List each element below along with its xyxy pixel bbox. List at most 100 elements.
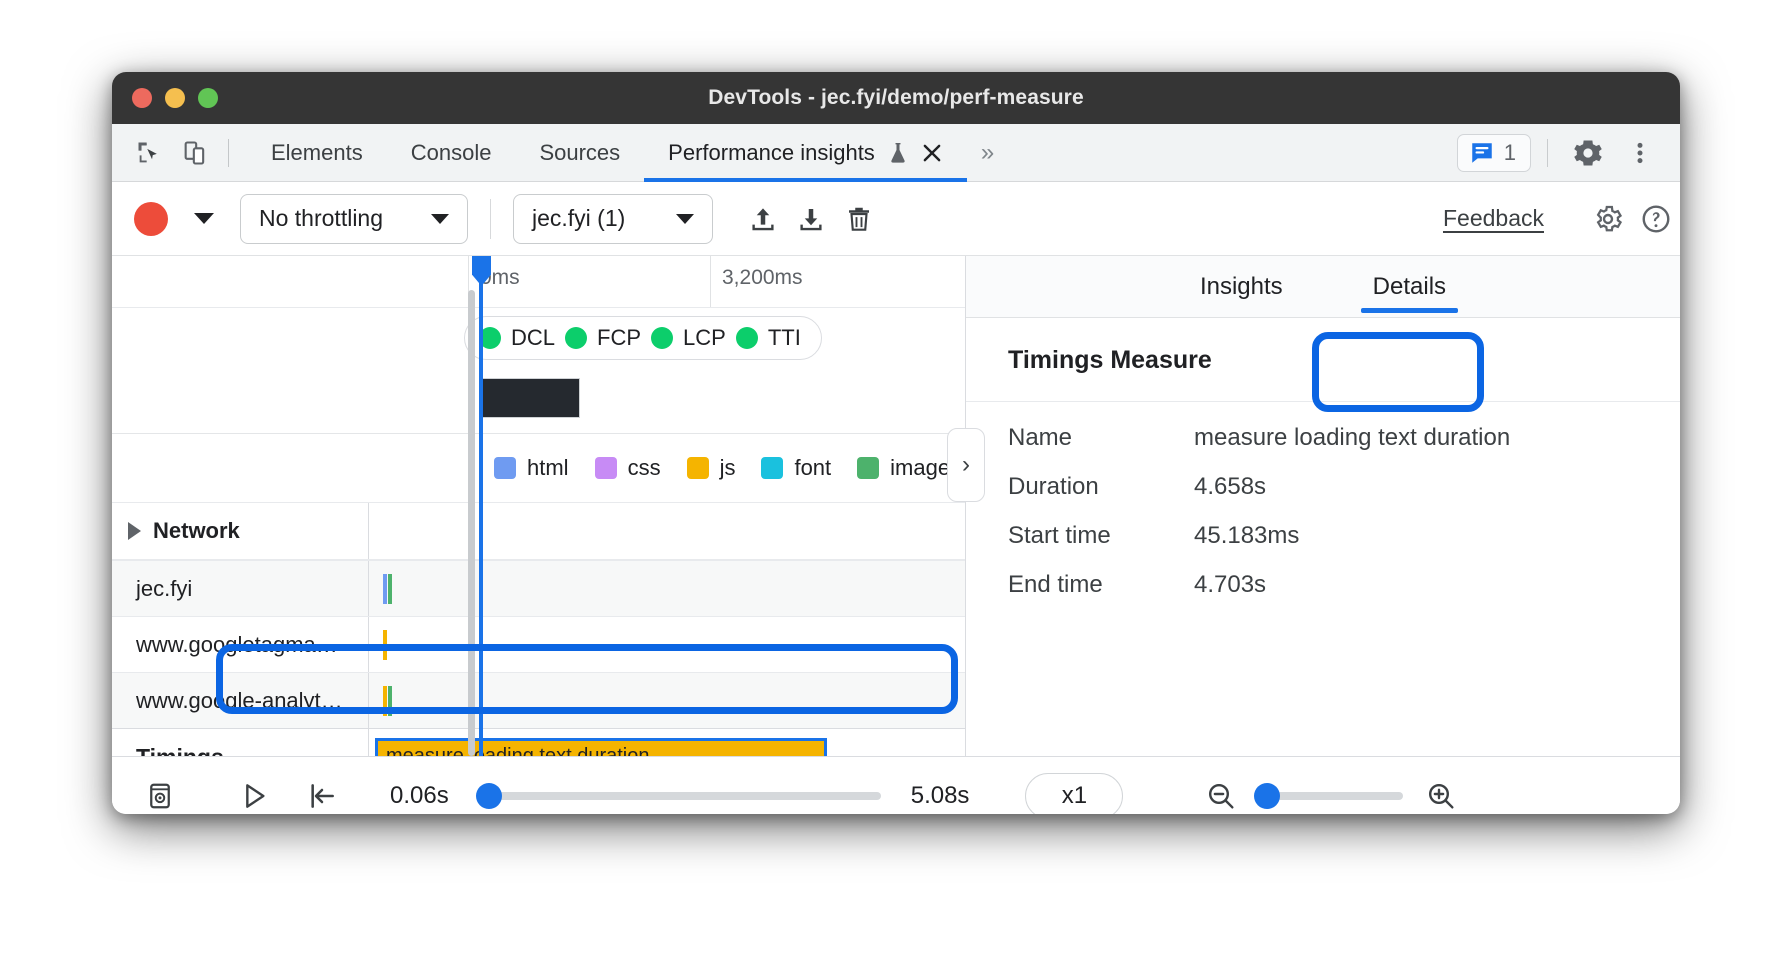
legend-image-swatch <box>857 457 879 479</box>
more-vertical-icon[interactable] <box>1616 129 1664 177</box>
tab-elements[interactable]: Elements <box>247 124 387 181</box>
upload-icon[interactable] <box>739 195 787 243</box>
tabbar-divider <box>1547 139 1548 167</box>
tab-extra-icons <box>887 141 943 165</box>
console-message-count: 1 <box>1504 140 1516 166</box>
filmstrip-icon[interactable] <box>136 772 184 815</box>
marker-fcp[interactable]: FCP <box>565 325 641 351</box>
settings-gear-icon[interactable] <box>1564 129 1612 177</box>
window-traffic-lights <box>132 88 218 108</box>
close-icon[interactable] <box>921 142 943 164</box>
details-row-duration: Duration 4.658s <box>1008 473 1680 522</box>
timeline-bottom-toolbar: 0.06s 5.08s x1 <box>112 756 1680 814</box>
target-select-value: jec.fyi (1) <box>532 205 625 232</box>
zoom-slider-knob[interactable] <box>1254 783 1280 809</box>
minimize-window-button[interactable] <box>165 88 185 108</box>
zoom-out-icon[interactable] <box>1197 772 1245 815</box>
table-row[interactable]: www.google-analyt… <box>112 672 965 728</box>
zoom-slider[interactable] <box>1259 792 1403 800</box>
devtools-tabbar: Elements Console Sources Performance ins… <box>112 124 1680 182</box>
timeline-playhead[interactable] <box>479 256 483 756</box>
tab-sources[interactable]: Sources <box>515 124 644 181</box>
details-value-end-time: 4.703s <box>1194 571 1266 599</box>
legend-image: image <box>857 455 950 481</box>
details-value-start-time: 45.183ms <box>1194 522 1299 550</box>
details-row-start-time: Start time 45.183ms <box>1008 522 1680 571</box>
tab-performance-insights[interactable]: Performance insights <box>644 124 967 181</box>
close-window-button[interactable] <box>132 88 152 108</box>
timeline-ruler: 0ms 3,200ms <box>112 256 965 308</box>
main-content: 0ms 3,200ms DCL FCP <box>112 256 1680 756</box>
track-group-network[interactable]: Network <box>112 502 965 560</box>
record-button[interactable] <box>134 202 168 236</box>
time-range-slider[interactable] <box>479 792 881 800</box>
details-value-duration: 4.658s <box>1194 473 1266 501</box>
marker-lcp[interactable]: LCP <box>651 325 726 351</box>
console-message-badge[interactable]: 1 <box>1457 134 1531 172</box>
track-name-googletagmanager: www.googletagma… <box>112 632 368 658</box>
more-tabs-button[interactable]: » <box>967 139 1005 167</box>
details-value-name: measure loading text duration <box>1194 424 1510 452</box>
tab-details-label: Details <box>1373 273 1446 300</box>
details-key-end-time: End time <box>1008 571 1194 599</box>
throttling-select[interactable]: No throttling <box>240 194 468 244</box>
time-range-slider-knob[interactable] <box>476 783 502 809</box>
target-select[interactable]: jec.fyi (1) <box>513 194 713 244</box>
marker-tti-dot <box>736 327 758 349</box>
pane-collapse-chevron-right-icon[interactable]: › <box>947 428 985 502</box>
jump-to-start-icon[interactable] <box>298 772 346 815</box>
details-pane: › Insights Details Timings Measure Name … <box>966 256 1680 756</box>
device-toggle-icon[interactable] <box>172 130 218 176</box>
tab-console[interactable]: Console <box>387 124 516 181</box>
track-group-network-track <box>368 503 965 559</box>
timeline-markers-row: DCL FCP LCP TTI <box>112 308 965 372</box>
table-row[interactable]: www.googletagma… <box>112 616 965 672</box>
legend-css-label: css <box>628 455 661 481</box>
tab-insights-label: Insights <box>1200 273 1283 300</box>
legend-html-label: html <box>527 455 569 481</box>
marker-lcp-label: LCP <box>683 325 726 351</box>
legend-font: font <box>761 455 831 481</box>
toolbar-divider <box>228 139 229 167</box>
target-chevron-down-icon <box>676 214 694 224</box>
zoom-in-icon[interactable] <box>1417 772 1465 815</box>
marker-dcl[interactable]: DCL <box>479 325 555 351</box>
tab-insights[interactable]: Insights <box>1184 273 1299 317</box>
maximize-window-button[interactable] <box>198 88 218 108</box>
table-row[interactable]: jec.fyi <box>112 560 965 616</box>
feedback-link[interactable]: Feedback <box>1443 205 1544 232</box>
timeline-scrollbar[interactable] <box>468 290 475 756</box>
filmstrip-row <box>112 372 965 434</box>
marker-dcl-label: DCL <box>511 325 555 351</box>
download-icon[interactable] <box>787 195 835 243</box>
perf-settings-gear-icon[interactable] <box>1584 195 1632 243</box>
play-icon[interactable] <box>230 772 278 815</box>
timeline-pane: 0ms 3,200ms DCL FCP <box>112 256 966 756</box>
tab-console-label: Console <box>411 140 492 166</box>
throttling-chevron-down-icon <box>431 214 449 224</box>
marker-tti[interactable]: TTI <box>736 325 801 351</box>
expand-triangle-icon[interactable] <box>128 522 141 540</box>
legend-js-swatch <box>687 457 709 479</box>
track-bars-jec-fyi <box>368 561 965 616</box>
throttling-select-value: No throttling <box>259 205 383 232</box>
tab-elements-label: Elements <box>271 140 363 166</box>
track-group-network-name: Network <box>112 518 368 544</box>
details-key-start-time: Start time <box>1008 522 1194 550</box>
tab-sources-label: Sources <box>539 140 620 166</box>
filmstrip-thumbnail[interactable] <box>480 378 580 418</box>
tab-details[interactable]: Details <box>1357 273 1462 317</box>
legend-js-label: js <box>720 455 736 481</box>
help-icon[interactable] <box>1632 195 1680 243</box>
range-start-time: 0.06s <box>390 782 449 810</box>
record-options-chevron-down-icon[interactable] <box>194 213 214 224</box>
trash-icon[interactable] <box>835 195 883 243</box>
marker-lcp-dot <box>651 327 673 349</box>
track-bars-google-analytics <box>368 673 965 728</box>
playback-speed-button[interactable]: x1 <box>1025 773 1123 815</box>
inspect-cursor-icon[interactable] <box>126 130 172 176</box>
track-name-google-analytics: www.google-analyt… <box>112 688 368 714</box>
network-legend: html css js font <box>112 434 965 502</box>
details-row-end-time: End time 4.703s <box>1008 571 1680 620</box>
control-divider-1 <box>490 199 491 239</box>
